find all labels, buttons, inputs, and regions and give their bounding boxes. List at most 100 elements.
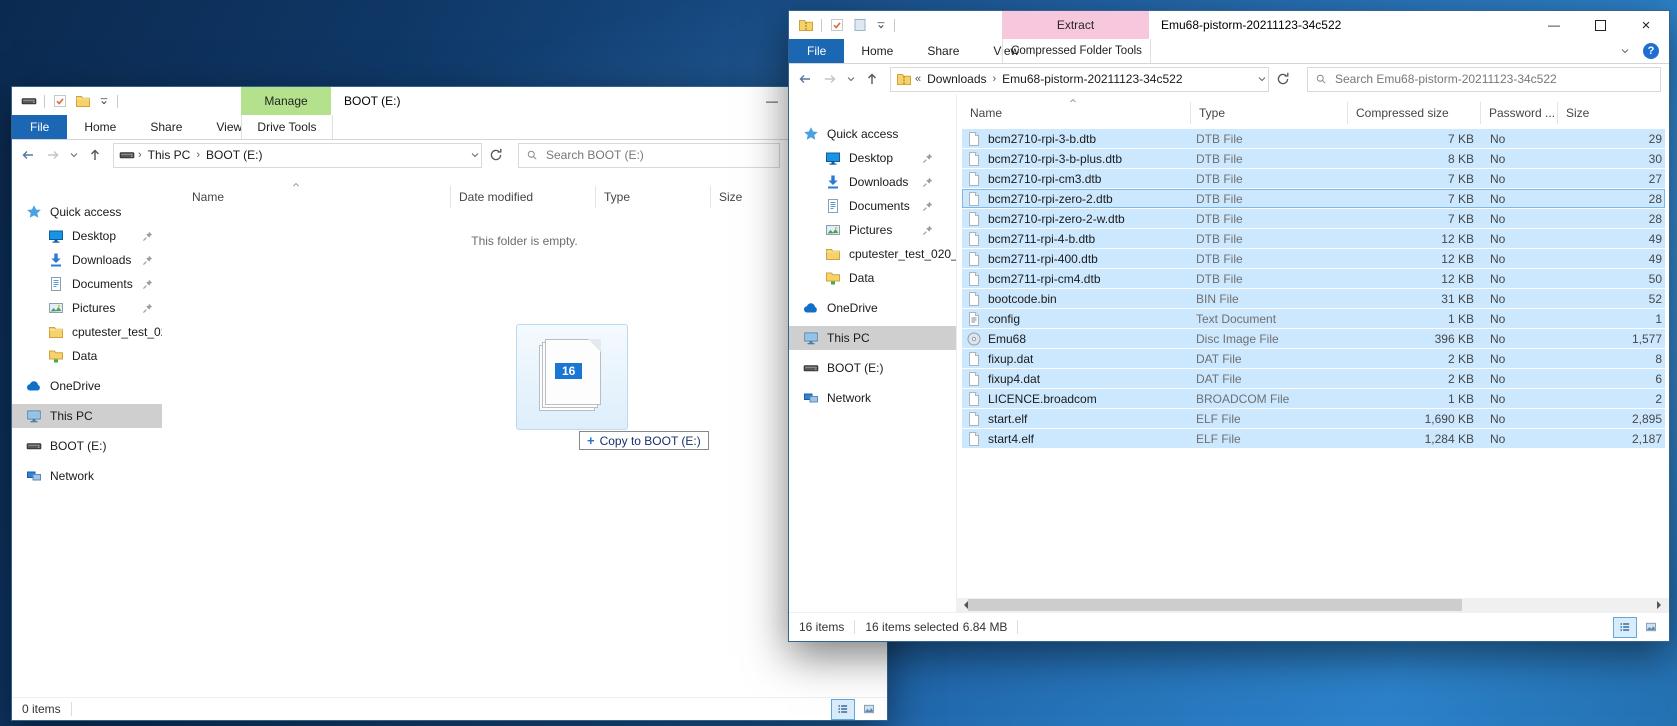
sidebar-item-desktop[interactable]: Desktop	[12, 224, 162, 248]
titlebar[interactable]: Extract Emu68-pistorm-20211123-34c522 — …	[789, 11, 1669, 39]
minimize-button[interactable]: —	[1531, 11, 1577, 39]
column-header-size[interactable]: Size	[1557, 102, 1666, 124]
sidebar-item-cputester-test-020-1[interactable]: cputester_test_020_1	[12, 320, 162, 344]
sidebar-item-this-pc[interactable]: This PC	[789, 326, 956, 350]
sidebar-item-boot-e[interactable]: BOOT (E:)	[789, 356, 956, 380]
file-row-bootcode-bin[interactable]: bootcode.binBIN File31 KBNo52	[962, 289, 1665, 308]
search-box[interactable]	[1307, 67, 1661, 92]
file-password-protected: No	[1480, 129, 1557, 148]
up-button[interactable]	[861, 67, 883, 91]
file-row-licence-broadcom[interactable]: LICENCE.broadcomBROADCOM File1 KBNo2	[962, 389, 1665, 408]
recent-locations-button[interactable]	[844, 67, 858, 91]
tab-drive-tools[interactable]: Drive Tools	[241, 115, 333, 139]
sidebar-item-quick-access[interactable]: Quick access	[12, 200, 162, 224]
sidebar-item-boot-e[interactable]: BOOT (E:)	[12, 434, 162, 458]
sidebar-item-downloads[interactable]: Downloads	[789, 170, 956, 194]
forward-button[interactable]	[819, 67, 841, 91]
file-compressed-size: 7 KB	[1347, 169, 1480, 188]
folder-icon[interactable]	[75, 93, 91, 109]
column-header-date-modified[interactable]: Date modified	[450, 186, 595, 208]
address-bar[interactable]: «Downloads›Emu68-pistorm-20211123-34c522	[890, 67, 1269, 92]
help-icon[interactable]: ?	[1643, 43, 1659, 59]
tab-file[interactable]: File	[789, 39, 844, 63]
sidebar-item-label: Network	[50, 469, 94, 483]
refresh-button[interactable]	[485, 143, 507, 167]
sidebar-item-onedrive[interactable]: OneDrive	[789, 296, 956, 320]
address-bar[interactable]: ›This PC›BOOT (E:)	[113, 143, 482, 168]
search-input[interactable]	[544, 147, 772, 163]
column-header-name[interactable]: Name	[162, 186, 450, 208]
titlebar[interactable]: Manage BOOT (E:) — ×	[12, 87, 887, 115]
tab-compressed-folder-tools[interactable]: Compressed Folder Tools	[1002, 39, 1151, 63]
thumbnails-view-button[interactable]	[857, 699, 881, 720]
close-button[interactable]: ×	[1623, 11, 1669, 39]
address-dropdown-icon[interactable]	[469, 149, 481, 161]
file-row-start4-elf[interactable]: start4.elfELF File1,284 KBNo2,187	[962, 429, 1665, 448]
sidebar-item-this-pc[interactable]: This PC	[12, 404, 162, 428]
file-row-start-elf[interactable]: start.elfELF File1,690 KBNo2,895	[962, 409, 1665, 428]
back-button[interactable]	[794, 67, 816, 91]
address-dropdown-icon[interactable]	[1256, 73, 1268, 85]
sidebar-item-downloads[interactable]: Downloads	[12, 248, 162, 272]
file-row-bcm2710-rpi-3-b-dtb[interactable]: bcm2710-rpi-3-b.dtbDTB File7 KBNo29	[962, 129, 1665, 148]
file-row-bcm2710-rpi-3-b-plus-dtb[interactable]: bcm2710-rpi-3-b-plus.dtbDTB File8 KBNo30	[962, 149, 1665, 168]
scroll-right-icon[interactable]	[1657, 601, 1665, 609]
up-button[interactable]	[84, 143, 106, 167]
details-view-button[interactable]	[831, 699, 855, 720]
sidebar-item-pictures[interactable]: Pictures	[789, 218, 956, 242]
file-row-emu68[interactable]: Emu68Disc Image File396 KBNo1,577	[962, 329, 1665, 348]
sidebar-item-pictures[interactable]: Pictures	[12, 296, 162, 320]
column-header-password[interactable]: Password ...	[1480, 102, 1557, 124]
details-view-button[interactable]	[1613, 617, 1637, 638]
column-header-type[interactable]: Type	[1190, 102, 1347, 124]
horizontal-scrollbar[interactable]	[956, 598, 1669, 612]
tab-share[interactable]: Share	[133, 115, 199, 139]
thumbnails-view-button[interactable]	[1639, 617, 1663, 638]
file-row-bcm2711-rpi-4-b-dtb[interactable]: bcm2711-rpi-4-b.dtbDTB File12 KBNo49	[962, 229, 1665, 248]
file-row-fixup-dat[interactable]: fixup.datDAT File2 KBNo8	[962, 349, 1665, 368]
sidebar-item-data[interactable]: Data	[789, 266, 956, 290]
file-box-icon[interactable]	[852, 17, 868, 33]
sidebar-item-data[interactable]: Data	[12, 344, 162, 368]
breadcrumb-segment-emu68-pistorm-20211123-34c522[interactable]: Emu68-pistorm-20211123-34c522	[999, 72, 1185, 86]
tab-share[interactable]: Share	[910, 39, 976, 63]
back-button[interactable]	[17, 143, 39, 167]
recent-locations-button[interactable]	[67, 143, 81, 167]
breadcrumb-segment-this-pc[interactable]: This PC	[145, 148, 194, 162]
file-row-bcm2710-rpi-cm3-dtb[interactable]: bcm2710-rpi-cm3.dtbDTB File7 KBNo27	[962, 169, 1665, 188]
column-header-type[interactable]: Type	[595, 186, 710, 208]
sidebar-item-documents[interactable]: Documents	[12, 272, 162, 296]
check-icon[interactable]	[52, 93, 68, 109]
file-row-bcm2711-rpi-400-dtb[interactable]: bcm2711-rpi-400.dtbDTB File12 KBNo49	[962, 249, 1665, 268]
forward-button[interactable]	[42, 143, 64, 167]
tab-home[interactable]: Home	[844, 39, 910, 63]
sidebar-item-desktop[interactable]: Desktop	[789, 146, 956, 170]
file-row-bcm2710-rpi-zero-2-dtb[interactable]: bcm2710-rpi-zero-2.dtbDTB File7 KBNo28	[962, 189, 1665, 208]
ribbon-collapse-icon[interactable]	[1619, 45, 1631, 57]
refresh-button[interactable]	[1272, 67, 1294, 91]
sidebar-item-quick-access[interactable]: Quick access	[789, 122, 956, 146]
check-icon[interactable]	[829, 17, 845, 33]
maximize-button[interactable]	[1577, 11, 1623, 39]
sidebar-item-onedrive[interactable]: OneDrive	[12, 374, 162, 398]
sidebar-item-network[interactable]: Network	[789, 386, 956, 410]
sidebar-item-network[interactable]: Network	[12, 464, 162, 488]
file-row-bcm2710-rpi-zero-2-w-dtb[interactable]: bcm2710-rpi-zero-2-w.dtbDTB File7 KBNo28	[962, 209, 1665, 228]
sidebar-item-cputester-test-020-1[interactable]: cputester_test_020_1	[789, 242, 956, 266]
sidebar-item-documents[interactable]: Documents	[789, 194, 956, 218]
customize-quick-access-icon[interactable]	[98, 95, 110, 107]
breadcrumb-segment-downloads[interactable]: Downloads	[924, 72, 989, 86]
file-password-protected: No	[1480, 249, 1557, 268]
scrollbar-thumb[interactable]	[968, 599, 1462, 611]
file-row-bcm2711-rpi-cm4-dtb[interactable]: bcm2711-rpi-cm4.dtbDTB File12 KBNo50	[962, 269, 1665, 288]
breadcrumb-segment-boot-e[interactable]: BOOT (E:)	[203, 148, 265, 162]
search-input[interactable]	[1333, 71, 1653, 87]
scroll-left-icon[interactable]	[960, 601, 968, 609]
file-row-fixup4-dat[interactable]: fixup4.datDAT File2 KBNo6	[962, 369, 1665, 388]
search-box[interactable]	[518, 143, 780, 168]
file-row-config[interactable]: configText Document1 KBNo1	[962, 309, 1665, 328]
column-header-compressed-size[interactable]: Compressed size	[1347, 102, 1480, 124]
tab-home[interactable]: Home	[67, 115, 133, 139]
tab-file[interactable]: File	[12, 115, 67, 139]
customize-quick-access-icon[interactable]	[875, 19, 887, 31]
